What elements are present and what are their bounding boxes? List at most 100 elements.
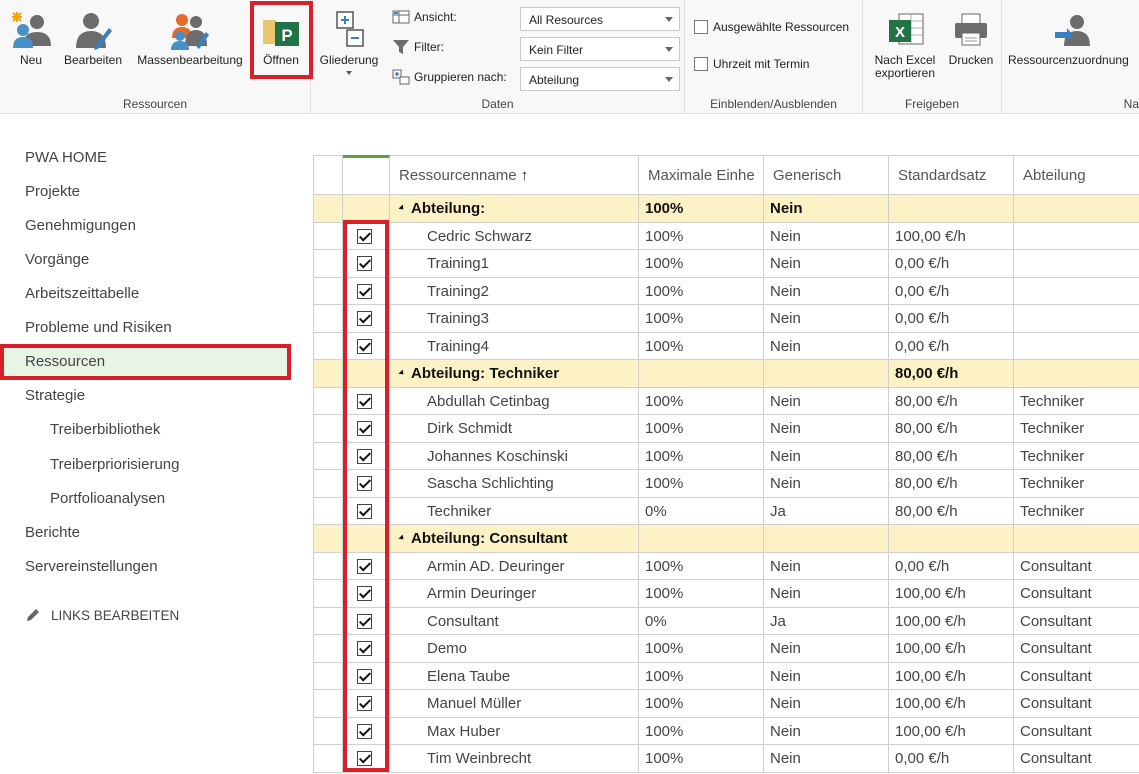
table-row[interactable]: Training1 100% Nein 0,00 €/h	[313, 250, 1139, 278]
row-select-cell[interactable]	[343, 415, 390, 443]
checkbox-unchecked-icon[interactable]	[694, 20, 708, 34]
table-row[interactable]: Training3 100% Nein 0,00 €/h	[313, 305, 1139, 333]
table-row[interactable]: Techniker 0% Ja 80,00 €/h Techniker	[313, 497, 1139, 525]
links-bearbeiten-link[interactable]: LINKS BEARBEITEN	[25, 607, 179, 623]
neu-button[interactable]: Neu	[6, 6, 56, 84]
collapse-triangle-icon[interactable]	[398, 534, 406, 542]
row-select-cell[interactable]	[343, 580, 390, 608]
table-row[interactable]: Sascha Schlichting 100% Nein 80,00 €/h Techn…	[313, 470, 1139, 498]
row-select-cell[interactable]	[343, 745, 390, 773]
gruppieren-dropdown[interactable]: Abteilung	[520, 67, 680, 91]
table-row[interactable]: Training4 100% Nein 0,00 €/h	[313, 332, 1139, 360]
nav-item-pwa-home[interactable]: PWA HOME	[25, 149, 107, 166]
column-header-abteilung[interactable]: Abteilung	[1014, 155, 1139, 195]
column-header-generisch[interactable]: Generisch	[764, 155, 889, 195]
group-header-row[interactable]: Abteilung: Consultant	[313, 525, 1139, 553]
table-row[interactable]: Consultant 0% Ja 100,00 €/h Consultant	[313, 607, 1139, 635]
grid-header-select-all[interactable]	[343, 155, 390, 195]
table-row[interactable]: Max Huber 100% Nein 100,00 €/h Consultant	[313, 717, 1139, 745]
checkbox-checked-icon[interactable]	[357, 586, 372, 601]
nav-item-projekte[interactable]: Projekte	[25, 183, 80, 200]
row-select-cell[interactable]	[343, 470, 390, 498]
table-row[interactable]: Tim Weinbrecht 100% Nein 0,00 €/h Consultant	[313, 745, 1139, 773]
row-select-cell[interactable]	[343, 662, 390, 690]
nav-item-treiberpriorisierung[interactable]: Treiberpriorisierung	[50, 456, 180, 473]
checkbox-checked-icon[interactable]	[357, 668, 372, 684]
collapse-triangle-icon[interactable]	[398, 204, 406, 212]
nav-item-servereinstellungen[interactable]: Servereinstellungen	[25, 558, 158, 575]
ansicht-dropdown[interactable]: All Resources	[520, 7, 680, 31]
checkbox-checked-icon[interactable]	[357, 696, 372, 711]
table-row[interactable]: Dirk Schmidt 100% Nein 80,00 €/h Techniker	[313, 415, 1139, 443]
checkbox-checked-icon[interactable]	[357, 311, 372, 326]
table-row[interactable]: Demo 100% Nein 100,00 €/h Consultant	[313, 635, 1139, 663]
checkbox-checked-icon[interactable]	[357, 228, 372, 244]
column-header-ressourcenname[interactable]: Ressourcenname ↑	[390, 155, 639, 195]
checkbox-checked-icon[interactable]	[357, 283, 372, 299]
checkbox-checked-icon[interactable]	[357, 751, 372, 766]
table-row[interactable]: Abdullah Cetinbag 100% Nein 80,00 €/h Techni…	[313, 387, 1139, 415]
checkbox-unchecked-icon[interactable]	[694, 57, 708, 71]
bearbeiten-button[interactable]: Bearbeiten	[60, 6, 126, 84]
table-row[interactable]: Cedric Schwarz 100% Nein 100,00 €/h	[313, 222, 1139, 250]
checkbox-checked-icon[interactable]	[357, 338, 372, 354]
cell-abteilung-text: Consultant	[1020, 612, 1092, 630]
nav-item-portfolioanalysen[interactable]: Portfolioanalysen	[50, 490, 165, 507]
table-row[interactable]: Training2 100% Nein 0,00 €/h	[313, 277, 1139, 305]
drucken-button[interactable]: Drucken	[943, 6, 999, 84]
row-select-cell[interactable]	[343, 277, 390, 305]
checkbox-checked-icon[interactable]	[357, 421, 372, 436]
nav-item-vorgaenge[interactable]: Vorgänge	[25, 251, 89, 268]
checkbox-checked-icon[interactable]	[357, 476, 372, 491]
row-select-cell[interactable]	[343, 305, 390, 333]
row-select-cell[interactable]	[343, 717, 390, 745]
row-select-cell[interactable]	[343, 387, 390, 415]
group-header-row[interactable]: Abteilung: Techniker 80,00 €/h	[313, 360, 1139, 388]
nav-item-strategie[interactable]: Strategie	[25, 387, 85, 404]
row-select-cell[interactable]	[343, 250, 390, 278]
row-select-cell[interactable]	[343, 497, 390, 525]
column-header-standardsatz[interactable]: Standardsatz	[889, 155, 1014, 195]
massenbearbeitung-button[interactable]: Massenbearbeitung	[130, 6, 250, 84]
collapse-triangle-icon[interactable]	[398, 369, 406, 377]
ressourcenzuordnung-button[interactable]: Ressourcenzuordnung	[1008, 6, 1138, 84]
column-header-maximale-einheiten[interactable]: Maximale Einhe	[639, 155, 764, 195]
row-select-cell[interactable]	[343, 222, 390, 250]
table-row[interactable]: Johannes Koschinski 100% Nein 80,00 €/h Tech…	[313, 442, 1139, 470]
checkbox-checked-icon[interactable]	[357, 641, 372, 656]
nav-item-genehmigungen[interactable]: Genehmigungen	[25, 217, 136, 234]
uhrzeit-mit-termin-checkbox[interactable]: Uhrzeit mit Termin	[694, 57, 809, 71]
checkbox-checked-icon[interactable]	[357, 613, 372, 629]
checkbox-checked-icon[interactable]	[357, 448, 372, 464]
checkbox-checked-icon[interactable]	[357, 256, 372, 271]
nav-item-ressourcen[interactable]: Ressourcen	[25, 353, 105, 370]
cell-maximale-einheiten-text: 100%	[645, 557, 684, 575]
checkbox-checked-icon[interactable]	[357, 723, 372, 739]
row-select-cell[interactable]	[343, 607, 390, 635]
row-select-cell[interactable]	[343, 332, 390, 360]
cell-maximale-einheiten: 100%	[639, 332, 764, 360]
row-select-cell[interactable]	[343, 552, 390, 580]
nav-item-arbeitszeittabelle[interactable]: Arbeitszeittabelle	[25, 285, 139, 302]
row-select-cell[interactable]	[343, 525, 390, 553]
nav-item-treiberbibliothek[interactable]: Treiberbibliothek	[50, 421, 160, 438]
table-row[interactable]: Manuel Müller 100% Nein 100,00 €/h Consultan…	[313, 690, 1139, 718]
row-select-cell[interactable]	[343, 195, 390, 223]
row-select-cell[interactable]	[343, 690, 390, 718]
gliederung-button[interactable]: Gliederung	[315, 6, 383, 84]
nav-item-probleme-und-risiken[interactable]: Probleme und Risiken	[25, 319, 172, 336]
group-header-row[interactable]: Abteilung: 100% Nein	[313, 195, 1139, 223]
row-select-cell[interactable]	[343, 442, 390, 470]
checkbox-checked-icon[interactable]	[357, 558, 372, 574]
nav-item-berichte[interactable]: Berichte	[25, 524, 80, 541]
checkbox-checked-icon[interactable]	[357, 503, 372, 519]
excel-export-button[interactable]: X Nach Excel exportieren	[869, 6, 941, 84]
row-select-cell[interactable]	[343, 635, 390, 663]
row-select-cell[interactable]	[343, 360, 390, 388]
table-row[interactable]: Elena Taube 100% Nein 100,00 €/h Consultant	[313, 662, 1139, 690]
ausgewaehlte-ressourcen-checkbox[interactable]: Ausgewählte Ressourcen	[694, 20, 849, 34]
table-row[interactable]: Armin Deuringer 100% Nein 100,00 €/h Consult…	[313, 580, 1139, 608]
table-row[interactable]: Armin AD. Deuringer 100% Nein 0,00 €/h Consu…	[313, 552, 1139, 580]
filter-dropdown[interactable]: Kein Filter	[520, 37, 680, 61]
checkbox-checked-icon[interactable]	[357, 393, 372, 409]
